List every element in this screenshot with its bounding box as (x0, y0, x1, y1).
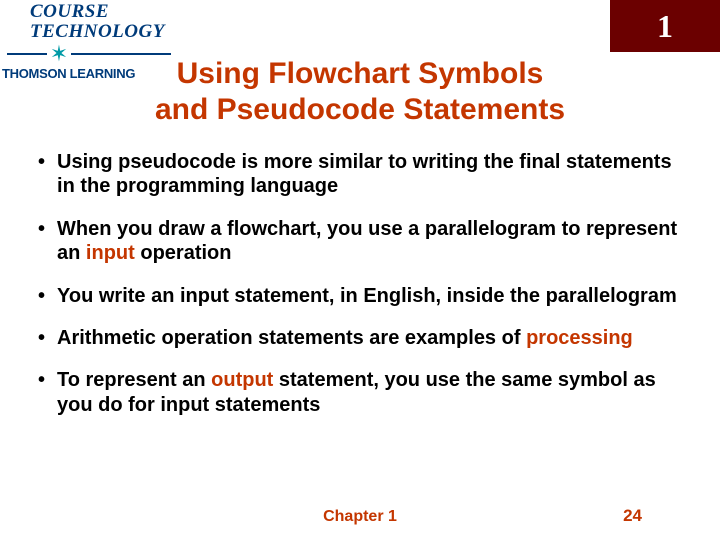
bullet-list: • Using pseudocode is more similar to wr… (38, 150, 680, 435)
slide-title: Using Flowchart Symbols and Pseudocode S… (0, 56, 720, 128)
bullet-post: operation (135, 242, 232, 264)
bullet-pre: Using pseudocode is more similar to writ… (57, 151, 672, 197)
bullet-pre: You write an input statement, in English… (57, 285, 677, 307)
bullet-hl: input (86, 242, 135, 264)
list-item: • To represent an output statement, you … (38, 368, 680, 417)
bullet-pre: Arithmetic operation statements are exam… (57, 327, 526, 349)
title-line1: Using Flowchart Symbols (177, 57, 544, 90)
bullet-hl: processing (526, 327, 633, 349)
bullet-icon: • (38, 284, 45, 308)
logo-line2: TECHNOLOGY (30, 22, 165, 41)
title-line2: and Pseudocode Statements (155, 93, 565, 126)
footer: Chapter 1 (0, 508, 720, 526)
bullet-icon: • (38, 326, 45, 350)
bullet-icon: • (38, 150, 45, 199)
bullet-icon: • (38, 368, 45, 417)
list-item: • You write an input statement, in Engli… (38, 284, 680, 308)
list-item: • Using pseudocode is more similar to wr… (38, 150, 680, 199)
bullet-hl: output (211, 369, 273, 391)
list-item: • When you draw a flowchart, you use a p… (38, 217, 680, 266)
logo-line1: COURSE (30, 2, 109, 21)
bullet-icon: • (38, 217, 45, 266)
bullet-pre: To represent an (57, 369, 211, 391)
chapter-badge: 1 (610, 0, 720, 52)
page-number: 24 (623, 506, 642, 526)
footer-chapter: Chapter 1 (323, 508, 397, 526)
list-item: • Arithmetic operation statements are ex… (38, 326, 680, 350)
